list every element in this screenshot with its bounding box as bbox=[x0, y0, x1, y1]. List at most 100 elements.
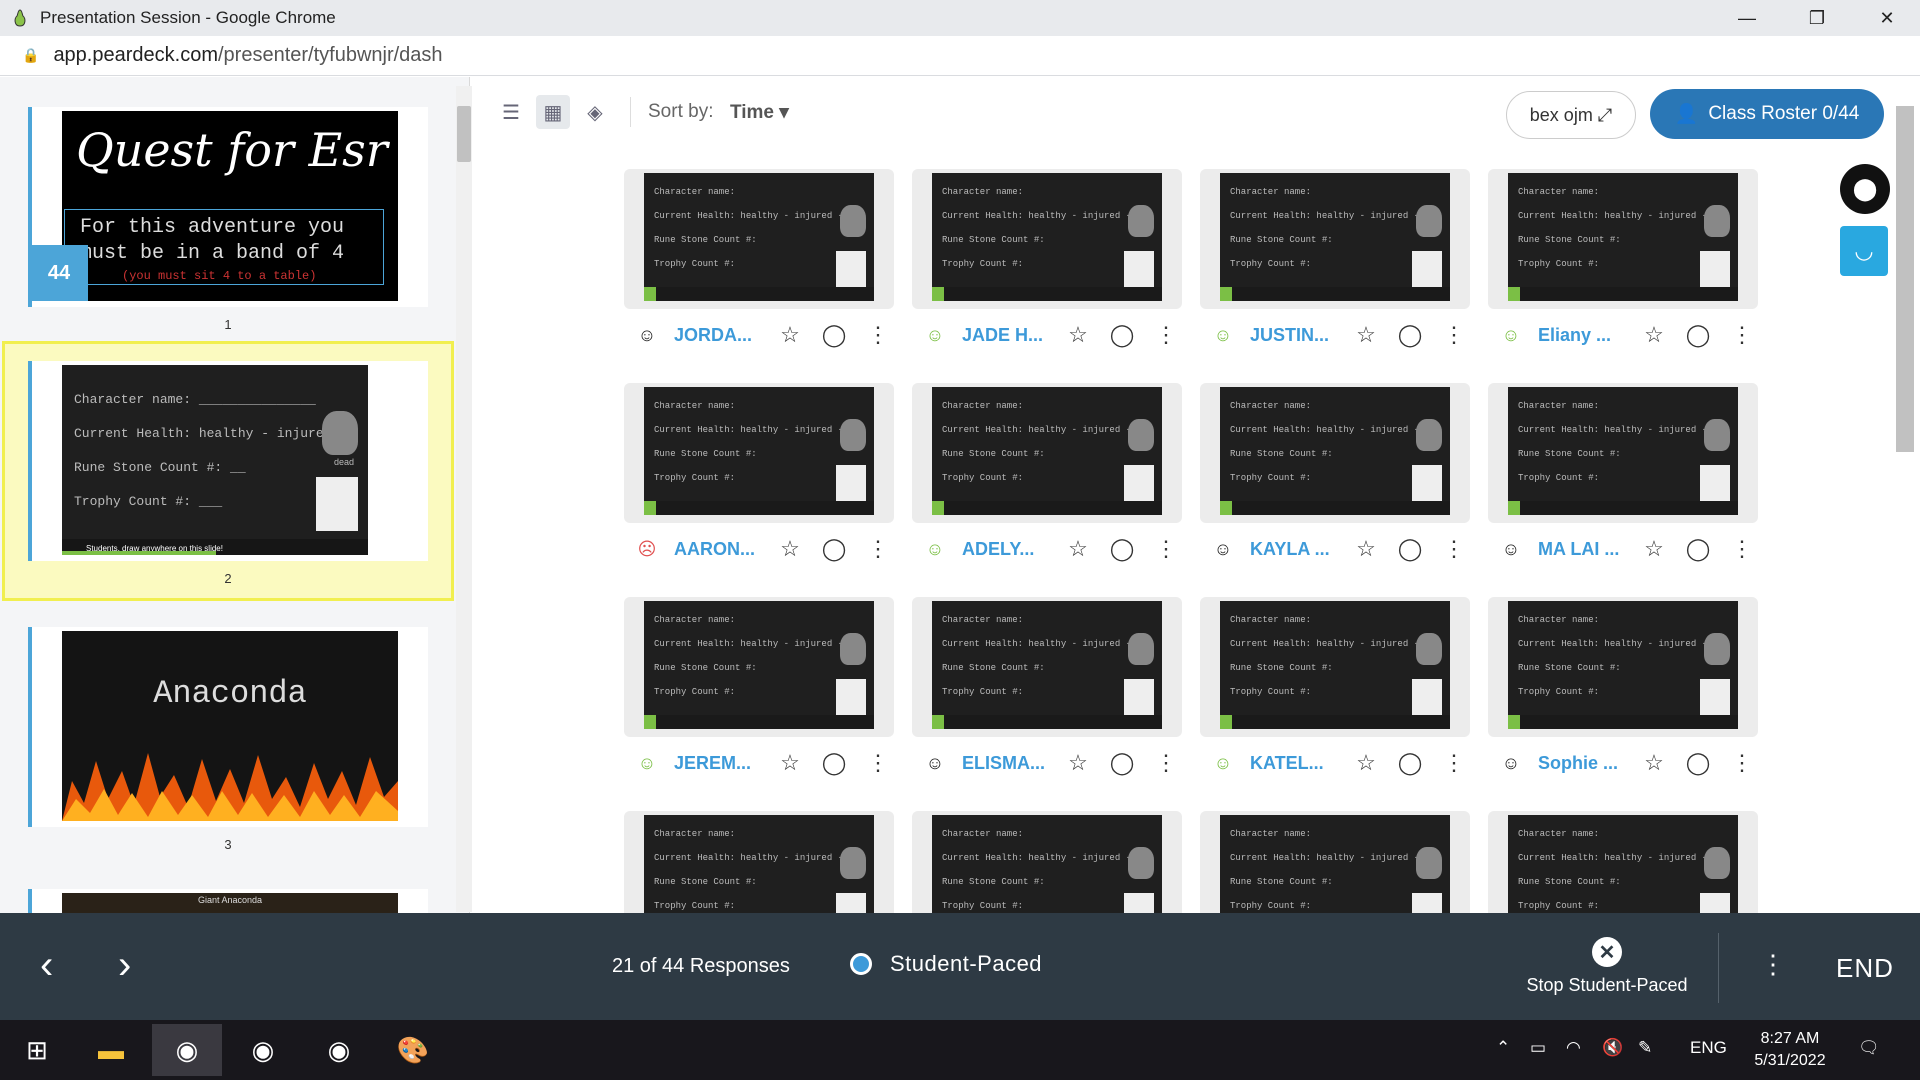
taskbar-clock[interactable]: 8:27 AM 5/31/2022 bbox=[1740, 1028, 1840, 1072]
pear-logo-icon[interactable]: ⬤ bbox=[1840, 164, 1890, 214]
more-options-icon[interactable]: ⋮ bbox=[1728, 749, 1756, 777]
windows-start-icon[interactable]: ⊞ bbox=[2, 1024, 72, 1076]
sidebar-scrollbar[interactable] bbox=[456, 86, 472, 912]
star-icon[interactable]: ☆ bbox=[1640, 749, 1668, 777]
slide-thumbnail-4[interactable]: Giant Anaconda bbox=[28, 889, 428, 913]
notification-icon[interactable]: 🗨 bbox=[1858, 1038, 1880, 1058]
url-text[interactable]: app.peardeck.com/presenter/tyfubwnjr/das… bbox=[53, 44, 442, 67]
close-window-button[interactable]: ✕ bbox=[1852, 0, 1920, 36]
smile-icon[interactable]: ◡ bbox=[1840, 226, 1888, 276]
comment-icon[interactable]: ◯ bbox=[1396, 749, 1424, 777]
more-options-icon[interactable]: ⋮ bbox=[1440, 321, 1468, 349]
student-response-card[interactable]: Character name: Current Health: healthy -… bbox=[1200, 383, 1470, 523]
sort-dropdown[interactable]: Time ▾ bbox=[730, 101, 789, 124]
responses-count[interactable]: 21 of 44 Responses bbox=[612, 955, 790, 978]
student-paced-indicator[interactable]: Student-Paced bbox=[850, 951, 1042, 977]
student-name[interactable]: Sophie ... bbox=[1538, 753, 1624, 774]
sidebar-scroll-thumb[interactable] bbox=[457, 106, 471, 162]
comment-icon[interactable]: ◯ bbox=[1108, 749, 1136, 777]
student-name[interactable]: JUSTIN... bbox=[1250, 325, 1336, 346]
chevron-up-icon[interactable]: ⌃ bbox=[1496, 1038, 1510, 1058]
star-icon[interactable]: ☆ bbox=[1064, 535, 1092, 563]
star-icon[interactable]: ☆ bbox=[1064, 749, 1092, 777]
comment-icon[interactable]: ◯ bbox=[1684, 749, 1712, 777]
student-response-card[interactable]: Character name: Current Health: healthy -… bbox=[624, 597, 894, 737]
previous-slide-icon[interactable]: ‹ bbox=[40, 943, 53, 988]
chrome-icon[interactable]: ◉ bbox=[152, 1024, 222, 1076]
more-options-icon[interactable]: ⋮ bbox=[1760, 949, 1786, 980]
student-response-card[interactable]: Character name: Current Health: healthy -… bbox=[624, 811, 894, 913]
class-roster-button[interactable]: 👤 Class Roster 0/44 bbox=[1650, 89, 1884, 139]
slide-thumbnail-3[interactable]: Anaconda bbox=[28, 627, 428, 827]
language-indicator[interactable]: ENG bbox=[1690, 1038, 1727, 1058]
minimize-button[interactable]: — bbox=[1712, 0, 1782, 36]
star-icon[interactable]: ☆ bbox=[776, 321, 804, 349]
more-options-icon[interactable]: ⋮ bbox=[1728, 535, 1756, 563]
comment-icon[interactable]: ◯ bbox=[1108, 535, 1136, 563]
student-response-card[interactable]: Character name: Current Health: healthy -… bbox=[1488, 597, 1758, 737]
student-response-card[interactable]: Character name: Current Health: healthy -… bbox=[1488, 811, 1758, 913]
student-name[interactable]: MA LAI ... bbox=[1538, 539, 1624, 560]
star-icon[interactable]: ☆ bbox=[1352, 535, 1380, 563]
chrome-profile-2-icon[interactable]: ◉ bbox=[304, 1024, 374, 1076]
student-response-card[interactable]: Character name: Current Health: healthy -… bbox=[912, 597, 1182, 737]
list-view-icon[interactable]: ☰ bbox=[494, 95, 528, 129]
student-name[interactable]: Eliany ... bbox=[1538, 325, 1624, 346]
layers-icon[interactable]: ◈ bbox=[578, 95, 612, 129]
wifi-icon[interactable]: ◠ bbox=[1566, 1038, 1581, 1058]
student-name[interactable]: KATEL... bbox=[1250, 753, 1336, 774]
end-session-button[interactable]: END bbox=[1836, 953, 1894, 984]
student-name[interactable]: KAYLA ... bbox=[1250, 539, 1336, 560]
student-response-card[interactable]: Character name: Current Health: healthy -… bbox=[1488, 169, 1758, 309]
more-options-icon[interactable]: ⋮ bbox=[864, 321, 892, 349]
student-response-card[interactable]: Character name: Current Health: healthy -… bbox=[624, 169, 894, 309]
star-icon[interactable]: ☆ bbox=[1352, 749, 1380, 777]
more-options-icon[interactable]: ⋮ bbox=[1152, 321, 1180, 349]
student-name[interactable]: ELISMA... bbox=[962, 753, 1048, 774]
student-name[interactable]: AARON... bbox=[674, 539, 760, 560]
comment-icon[interactable]: ◯ bbox=[1684, 535, 1712, 563]
star-icon[interactable]: ☆ bbox=[776, 535, 804, 563]
student-response-card[interactable]: Character name: Current Health: healthy -… bbox=[624, 383, 894, 523]
chrome-profile-icon[interactable]: ◉ bbox=[228, 1024, 298, 1076]
stop-student-paced-button[interactable]: ✕ Stop Student-Paced bbox=[1512, 937, 1702, 996]
comment-icon[interactable]: ◯ bbox=[820, 535, 848, 563]
star-icon[interactable]: ☆ bbox=[1352, 321, 1380, 349]
pen-icon[interactable]: ✎ bbox=[1638, 1038, 1652, 1058]
student-response-card[interactable]: Character name: Current Health: healthy -… bbox=[912, 383, 1182, 523]
student-response-card[interactable]: Character name: Current Health: healthy -… bbox=[912, 169, 1182, 309]
student-name[interactable]: ADELY... bbox=[962, 539, 1048, 560]
comment-icon[interactable]: ◯ bbox=[820, 749, 848, 777]
battery-icon[interactable]: ▭ bbox=[1530, 1038, 1546, 1058]
presenter-name-button[interactable]: bex ojm ⤢ bbox=[1506, 91, 1636, 139]
star-icon[interactable]: ☆ bbox=[776, 749, 804, 777]
star-icon[interactable]: ☆ bbox=[1640, 535, 1668, 563]
comment-icon[interactable]: ◯ bbox=[1684, 321, 1712, 349]
slide-thumbnail-2[interactable]: Character name: _______________ Current … bbox=[28, 361, 428, 561]
more-options-icon[interactable]: ⋮ bbox=[1440, 749, 1468, 777]
more-options-icon[interactable]: ⋮ bbox=[1728, 321, 1756, 349]
maximize-button[interactable]: ❐ bbox=[1782, 0, 1852, 36]
file-explorer-icon[interactable]: ▬ bbox=[76, 1024, 146, 1076]
mute-icon[interactable]: 🔇 bbox=[1602, 1038, 1623, 1058]
address-bar[interactable]: 🔒 app.peardeck.com/presenter/tyfubwnjr/d… bbox=[0, 36, 1920, 76]
comment-icon[interactable]: ◯ bbox=[1396, 535, 1424, 563]
student-response-card[interactable]: Character name: Current Health: healthy -… bbox=[1200, 169, 1470, 309]
paint-icon[interactable]: 🎨 bbox=[378, 1024, 448, 1076]
more-options-icon[interactable]: ⋮ bbox=[1152, 749, 1180, 777]
student-name[interactable]: JADE H... bbox=[962, 325, 1048, 346]
student-response-card[interactable]: Character name: Current Health: healthy -… bbox=[1200, 597, 1470, 737]
student-response-card[interactable]: Character name: Current Health: healthy -… bbox=[912, 811, 1182, 913]
student-name[interactable]: JEREM... bbox=[674, 753, 760, 774]
student-response-card[interactable]: Character name: Current Health: healthy -… bbox=[1488, 383, 1758, 523]
main-scroll-thumb[interactable] bbox=[1896, 106, 1914, 452]
student-name[interactable]: JORDA... bbox=[674, 325, 760, 346]
next-slide-icon[interactable]: › bbox=[118, 943, 131, 988]
more-options-icon[interactable]: ⋮ bbox=[864, 535, 892, 563]
star-icon[interactable]: ☆ bbox=[1640, 321, 1668, 349]
more-options-icon[interactable]: ⋮ bbox=[1440, 535, 1468, 563]
comment-icon[interactable]: ◯ bbox=[1108, 321, 1136, 349]
more-options-icon[interactable]: ⋮ bbox=[864, 749, 892, 777]
slide-thumbnail-1[interactable]: Quest for Esr For this adventure you mus… bbox=[28, 107, 428, 307]
more-options-icon[interactable]: ⋮ bbox=[1152, 535, 1180, 563]
